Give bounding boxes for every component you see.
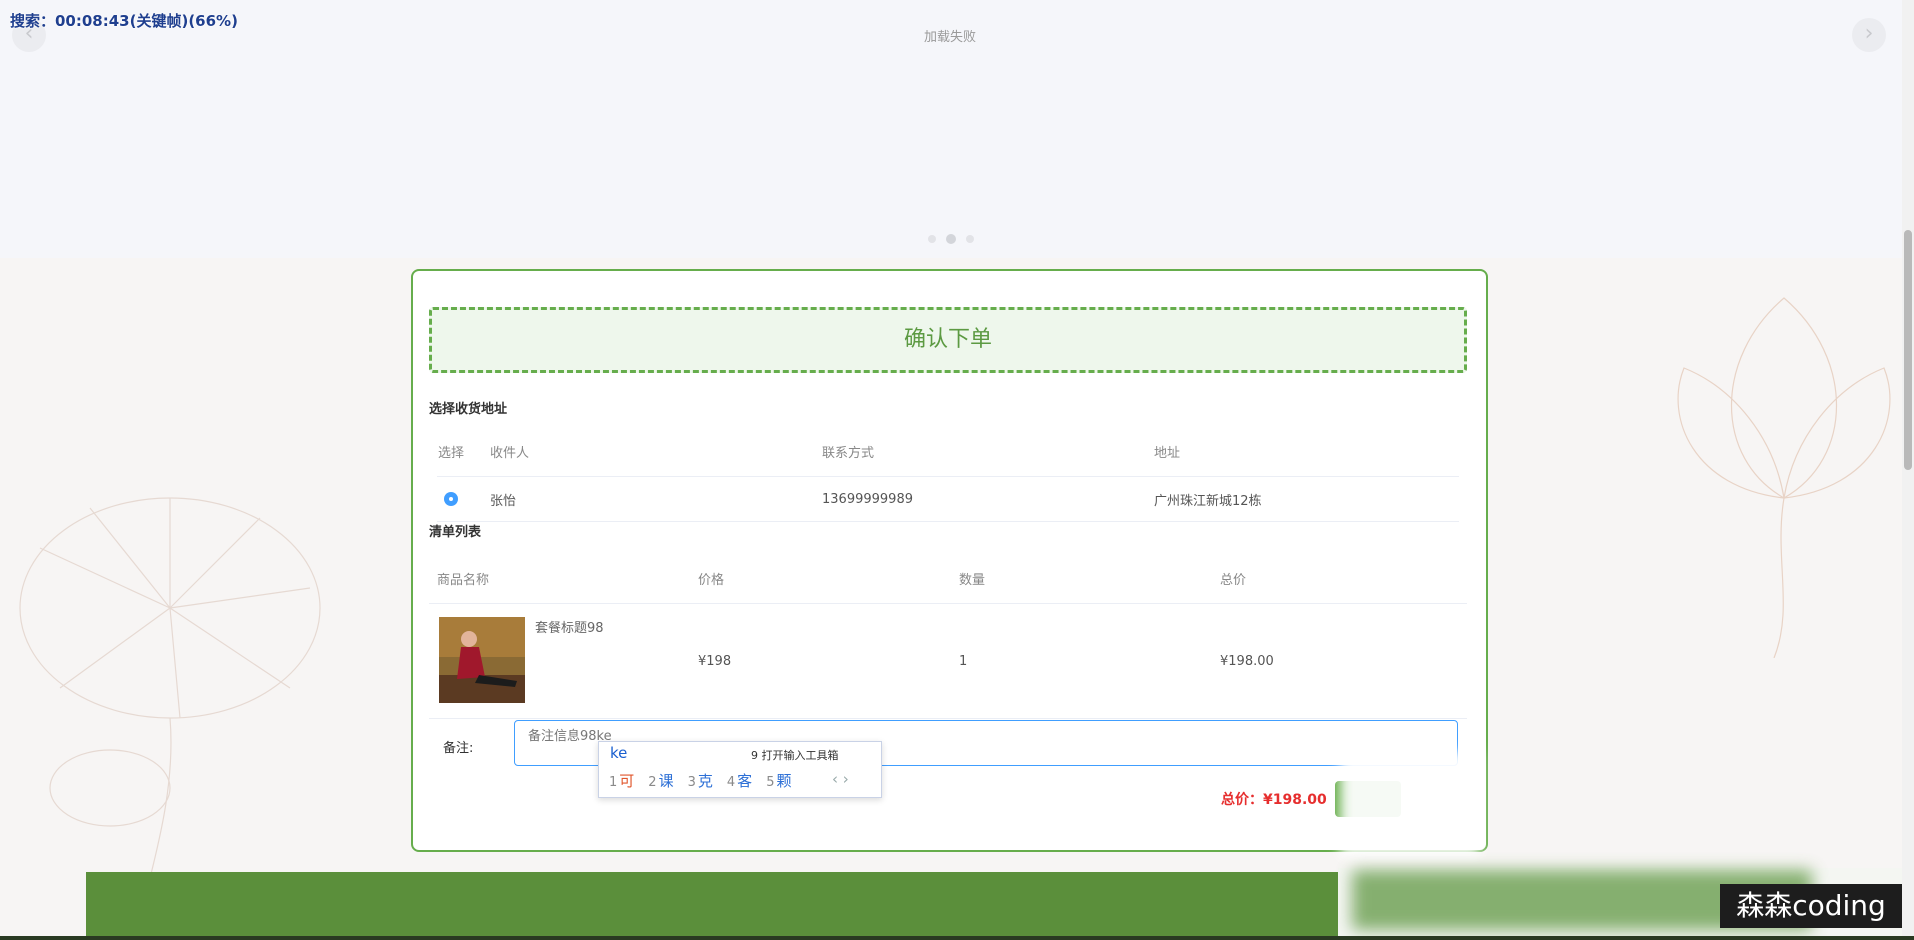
carousel-next-button[interactable]: ›	[1852, 18, 1886, 52]
order-total-price: 总价：¥198.00	[1221, 792, 1327, 808]
address-table: 选择 收件人 联系方式 地址 张怡 13699999989 广州珠江新城12栋	[437, 426, 1459, 522]
recipient-address: 广州珠江新城12栋	[1153, 476, 1459, 522]
table-row: 套餐标题98 ¥198 1 ¥198.00	[429, 603, 1467, 719]
recipient-name: 张怡	[489, 476, 821, 522]
product-cell: 套餐标题98	[429, 603, 690, 719]
product-total: ¥198.00	[1212, 603, 1467, 719]
ime-candidate-popup: ke 9 打开输入工具箱 1可 2课 3克 4客 5颗 ‹ ›	[598, 741, 882, 798]
taskbar-edge	[0, 936, 1914, 940]
ime-candidate[interactable]: 5颗	[766, 770, 791, 791]
items-col-total: 总价	[1212, 553, 1467, 604]
ime-page-arrows[interactable]: ‹ ›	[832, 770, 849, 788]
items-col-price: 价格	[690, 553, 951, 604]
recipient-phone: 13699999989	[821, 476, 1153, 522]
carousel-indicators	[928, 234, 974, 244]
ime-candidate[interactable]: 4客	[727, 770, 752, 791]
ime-toolbox-link[interactable]: 9 打开输入工具箱	[751, 747, 839, 763]
ime-candidate[interactable]: 3克	[688, 770, 713, 791]
product-quantity: 1	[951, 603, 1212, 719]
ime-composition-text: ke	[610, 744, 628, 762]
ime-candidate[interactable]: 2课	[648, 770, 673, 791]
address-col-phone: 联系方式	[821, 426, 1153, 477]
items-col-name: 商品名称	[429, 553, 690, 604]
carousel-load-failed-text: 加载失败	[923, 30, 976, 45]
items-col-quantity: 数量	[951, 553, 1212, 604]
product-photo-icon	[439, 617, 525, 703]
carousel-dot[interactable]	[966, 235, 974, 243]
remark-label: 备注:	[443, 741, 474, 756]
lotus-flower-decoration	[1677, 297, 1891, 658]
product-thumbnail[interactable]	[439, 617, 525, 703]
watermark-label: 森森coding	[1720, 884, 1902, 928]
product-price: ¥198	[690, 603, 951, 719]
address-col-select: 选择	[437, 426, 489, 477]
product-title[interactable]: 套餐标题98	[535, 617, 604, 636]
blurred-region	[1340, 752, 1480, 857]
confirm-order-heading: 确认下单	[429, 307, 1467, 373]
order-confirm-panel: 确认下单 选择收货地址 选择 收件人 联系方式 地址 张怡 1369999998…	[411, 269, 1488, 852]
address-col-address: 地址	[1153, 426, 1459, 477]
page-scrollbar[interactable]	[1902, 0, 1914, 940]
carousel-dot[interactable]	[928, 235, 936, 243]
items-section-title: 清单列表	[429, 525, 482, 540]
items-table: 商品名称 价格 数量 总价 套餐标题98 ¥198 1 ¥198.00	[429, 553, 1467, 719]
address-row[interactable]: 张怡 13699999989 广州珠江新城12栋	[437, 476, 1459, 522]
page-footer	[86, 872, 1356, 940]
ime-candidate-list: 1可 2课 3克 4客 5颗	[609, 770, 791, 791]
ime-candidate[interactable]: 1可	[609, 770, 634, 791]
carousel-dot-active[interactable]	[946, 234, 956, 244]
banner-carousel: ‹ 加载失败 ›	[0, 0, 1914, 258]
address-col-recipient: 收件人	[489, 426, 821, 477]
scrollbar-thumb[interactable]	[1904, 230, 1912, 470]
address-radio[interactable]	[444, 492, 458, 506]
lotus-leaf-decoration	[19, 497, 321, 878]
address-select-cell	[437, 476, 489, 522]
recording-overlay-text: 搜索：00:08:43(关键帧)(66%)	[10, 12, 238, 30]
address-section-title: 选择收货地址	[429, 402, 508, 417]
